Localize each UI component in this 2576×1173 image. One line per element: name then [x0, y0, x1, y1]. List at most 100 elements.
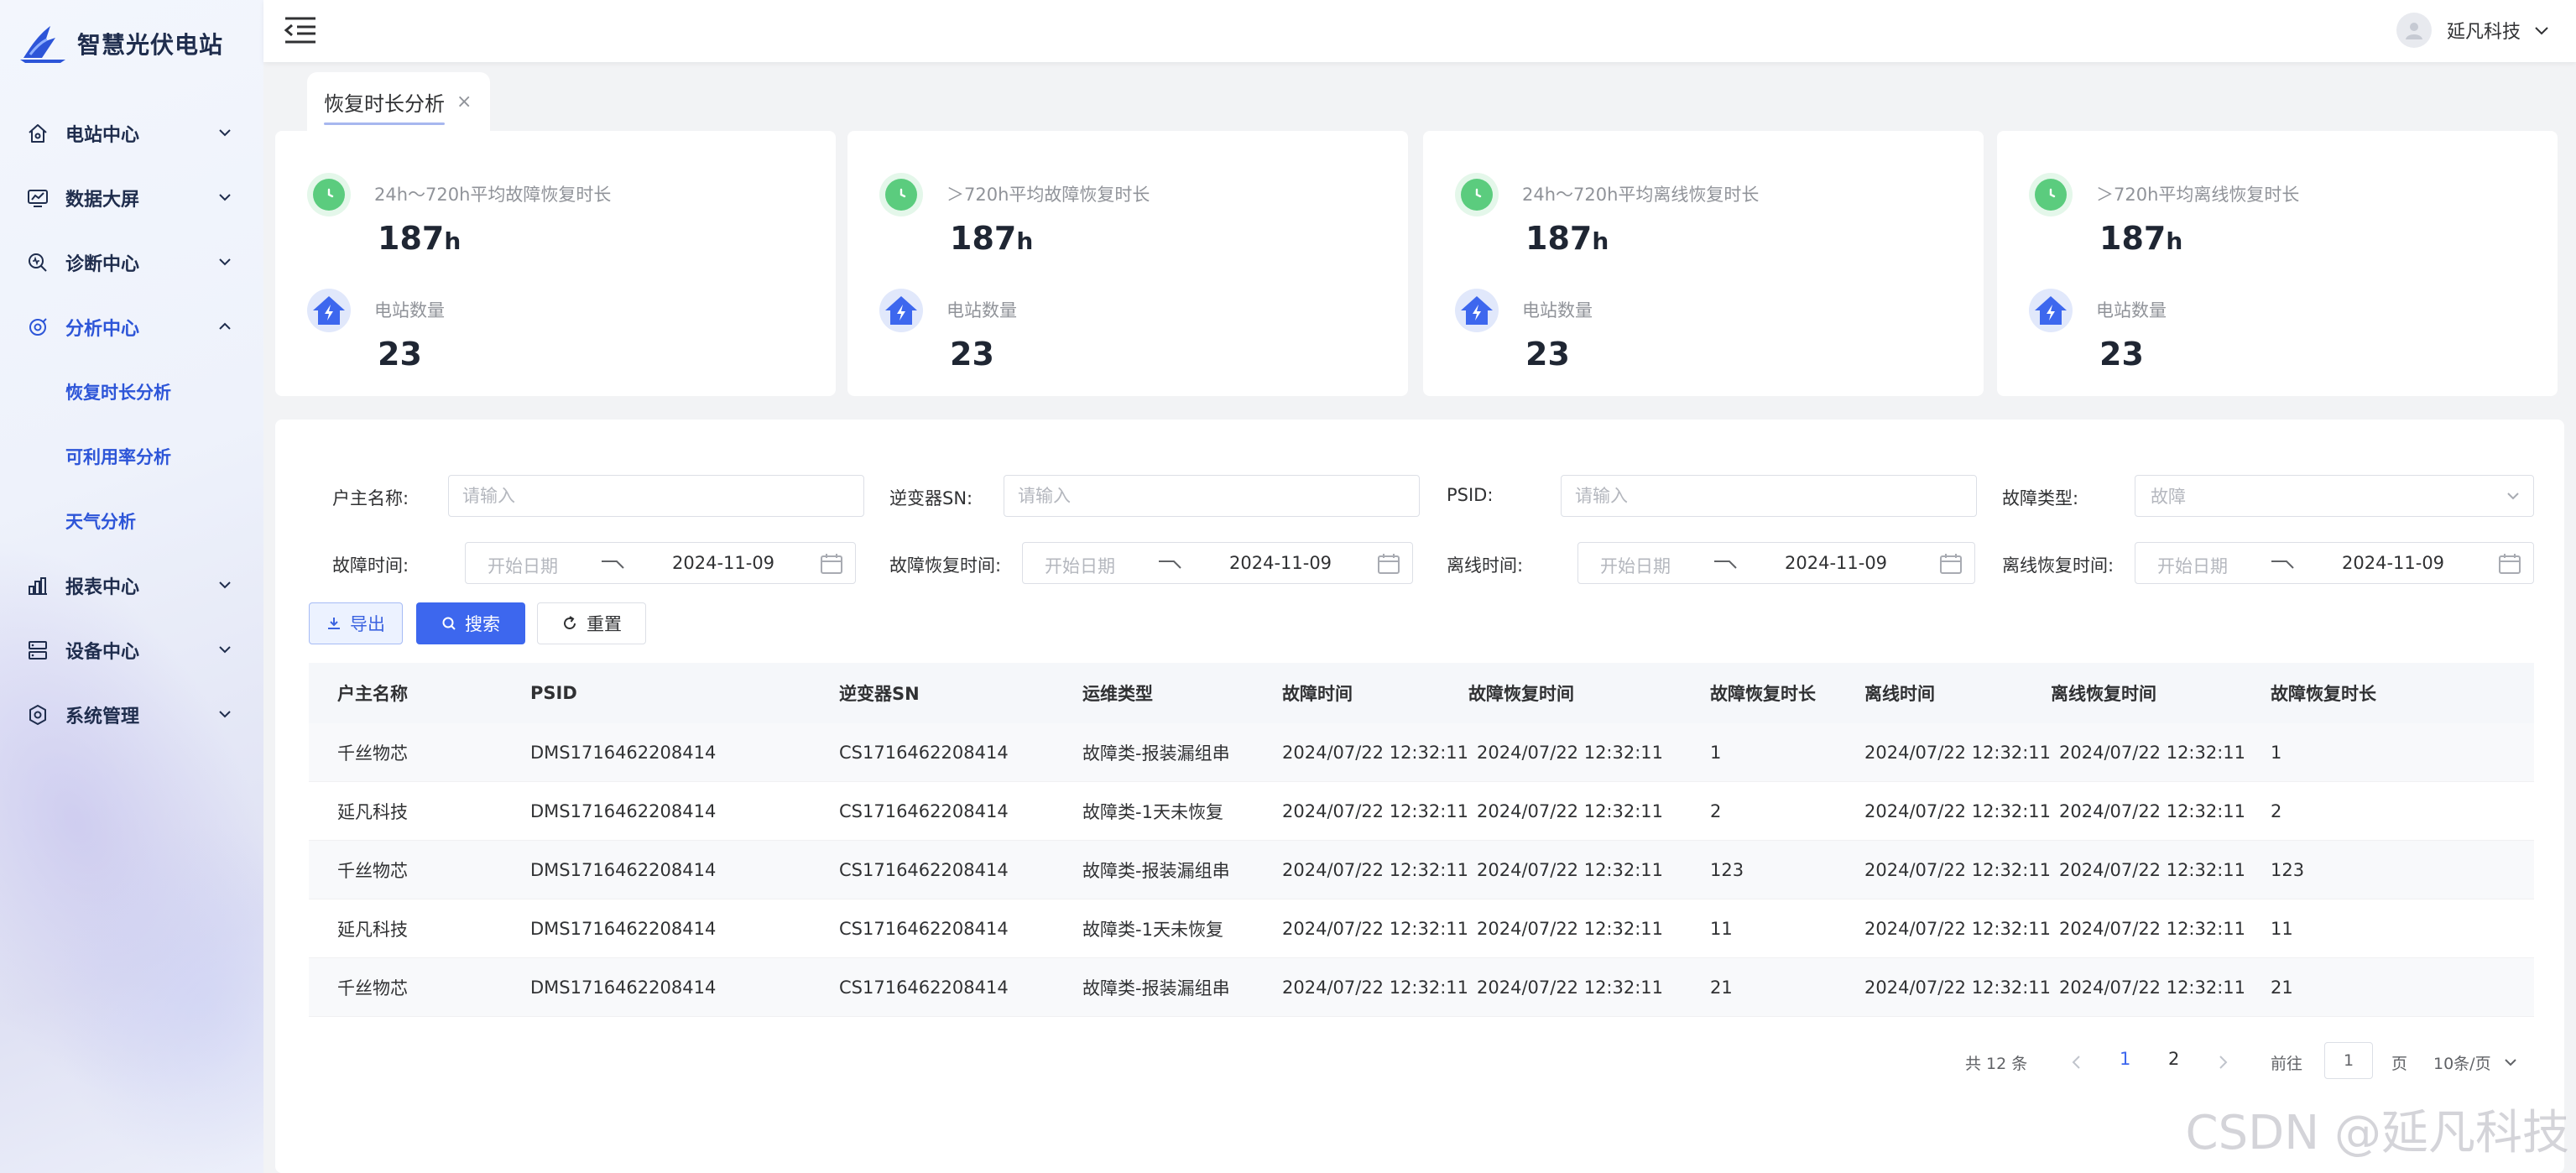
diagnose-icon — [25, 250, 50, 275]
export-button[interactable]: 导出 — [309, 602, 403, 644]
close-icon[interactable]: × — [456, 91, 472, 112]
table-cell: 1 — [2271, 742, 2282, 763]
table-cell: 2024/07/22 12:32:11 — [1477, 800, 1664, 821]
menu-collapse-icon[interactable] — [284, 15, 317, 45]
report-icon — [25, 573, 50, 598]
sidebar-subitem-recovery-analysis[interactable]: 恢复时长分析 — [0, 359, 263, 424]
sidebar-subitem-weather-analysis[interactable]: 天气分析 — [0, 488, 263, 553]
table-cell: 2024/07/22 12:32:11 — [1864, 800, 2052, 821]
column-header[interactable]: 离线时间 — [1864, 663, 1935, 723]
column-header[interactable]: 户主名称 — [337, 663, 408, 723]
metric-value: 187h — [950, 220, 1034, 257]
table-cell: 11 — [2271, 918, 2293, 939]
table-cell: 2024/07/22 12:32:11 — [1282, 742, 1469, 763]
metric-value: 187h — [378, 220, 461, 257]
table-cell: 2024/07/22 12:32:11 — [1477, 742, 1664, 763]
sidebar-item-system-settings[interactable]: 系统管理 — [0, 682, 263, 747]
table-cell: 123 — [1710, 859, 1744, 880]
count-value: 23 — [1525, 336, 1570, 373]
table-cell: 2024/07/22 12:32:11 — [1477, 918, 1664, 939]
table-cell: 延凡科技 — [337, 919, 408, 940]
sidebar-item-report-center[interactable]: 报表中心 — [0, 553, 263, 618]
table-row[interactable]: 延凡科技 DMS1716462208414 CS1716462208414 故障类-1… — [309, 899, 2534, 958]
table-cell: 2 — [1710, 800, 1722, 821]
count-label: 电站数量 — [1522, 300, 1593, 321]
next-page-icon[interactable] — [2215, 1054, 2230, 1071]
station-icon — [2029, 289, 2073, 332]
table-cell: CS1716462208414 — [839, 859, 1009, 880]
column-header[interactable]: 故障时间 — [1282, 663, 1353, 723]
user-menu[interactable]: 延凡科技 — [2396, 12, 2551, 49]
column-header[interactable]: 逆变器SN — [839, 663, 920, 723]
sidebar-item-diagnosis-center[interactable]: 诊断中心 — [0, 230, 263, 295]
offline-recover-time-range[interactable]: 开始日期 2024-11-09 — [2135, 542, 2534, 584]
range-start: 开始日期 — [1600, 556, 1671, 576]
station-icon — [1455, 289, 1499, 332]
fault-recover-time-range[interactable]: 开始日期 2024-11-09 — [1022, 542, 1413, 584]
page-1[interactable]: 1 — [2120, 1049, 2130, 1069]
column-header[interactable]: 故障恢复时长 — [2271, 663, 2376, 723]
table-cell: 2024/07/22 12:32:11 — [2059, 977, 2246, 998]
chevron-down-icon — [219, 646, 231, 654]
psid-input[interactable] — [1561, 475, 1977, 517]
inverter-sn-label: 逆变器SN: — [889, 488, 973, 508]
sidebar-item-station-center[interactable]: 电站中心 — [0, 101, 263, 165]
fault-type-select[interactable]: 故障 — [2135, 475, 2534, 517]
user-icon — [2405, 23, 2422, 39]
calendar-icon — [821, 554, 842, 574]
range-start: 开始日期 — [2157, 556, 2228, 576]
sidebar-item-data-screen[interactable]: 数据大屏 — [0, 165, 263, 230]
app-title: 智慧光伏电站 — [77, 31, 224, 59]
page-2[interactable]: 2 — [2168, 1049, 2179, 1069]
range-start: 开始日期 — [488, 556, 558, 576]
fault-time-range[interactable]: 开始日期 2024-11-09 — [465, 542, 856, 584]
table-cell: CS1716462208414 — [839, 918, 1009, 939]
column-header[interactable]: 故障恢复时间 — [1468, 663, 1574, 723]
table-cell: 2024/07/22 12:32:11 — [1864, 742, 2052, 763]
page-size-select[interactable]: 10条/页 — [2433, 1044, 2534, 1081]
app-logo[interactable]: 智慧光伏电站 — [18, 17, 223, 70]
search-button[interactable]: 搜索 — [416, 602, 525, 644]
tab-label: 恢复时长分析 — [324, 87, 445, 125]
metric-label: 24h～720h平均故障恢复时长 — [374, 185, 612, 205]
column-header[interactable]: PSID — [530, 663, 577, 723]
metric-label: ＞720h平均离线恢复时长 — [2096, 185, 2300, 205]
psid-label: PSID: — [1447, 485, 1494, 505]
sidebar-item-analysis-center[interactable]: 分析中心 — [0, 295, 263, 359]
column-header[interactable]: 运维类型 — [1082, 663, 1153, 723]
device-icon — [25, 638, 50, 663]
prev-page-icon[interactable] — [2069, 1054, 2084, 1071]
tab-recovery-analysis[interactable]: 恢复时长分析 × — [307, 72, 490, 131]
table-cell: 2024/07/22 12:32:11 — [2059, 800, 2246, 821]
logo-icon — [20, 26, 65, 63]
stat-card: 24h～720h平均离线恢复时长 187h 电站数量 23 — [1423, 131, 1984, 396]
table-cell: 2024/07/22 12:32:11 — [1282, 800, 1469, 821]
sidebar-subitem-availability-analysis[interactable]: 可利用率分析 — [0, 424, 263, 488]
offline-time-range[interactable]: 开始日期 2024-11-09 — [1577, 542, 1975, 584]
metric-label: ＞720h平均故障恢复时长 — [946, 185, 1150, 205]
offline-recover-time-label: 离线恢复时间: — [2002, 555, 2115, 576]
table-row[interactable]: 延凡科技 DMS1716462208414 CS1716462208414 故障类-1… — [309, 782, 2534, 841]
table-row[interactable]: 千丝物芯 DMS1716462208414 CS1716462208414 故障类-报… — [309, 841, 2534, 899]
table-cell: 11 — [1710, 918, 1733, 939]
inverter-sn-input[interactable] — [1004, 475, 1420, 517]
goto-page-input[interactable] — [2324, 1042, 2373, 1079]
column-header[interactable]: 故障恢复时长 — [1710, 663, 1816, 723]
table-row[interactable]: 千丝物芯 DMS1716462208414 CS1716462208414 故障类-报… — [309, 958, 2534, 1017]
reset-button[interactable]: 重置 — [537, 602, 646, 644]
home-icon — [25, 121, 50, 146]
table-cell: 千丝物芯 — [337, 860, 408, 881]
table-cell: 2024/07/22 12:32:11 — [1477, 977, 1664, 998]
table-cell: 1 — [1710, 742, 1722, 763]
chevron-down-icon — [2507, 493, 2519, 500]
calendar-icon — [1378, 554, 1400, 574]
table-cell: CS1716462208414 — [839, 742, 1009, 763]
range-end: 2024-11-09 — [672, 553, 775, 573]
table-row[interactable]: 千丝物芯 DMS1716462208414 CS1716462208414 故障类-报… — [309, 723, 2534, 782]
sidebar-item-device-center[interactable]: 设备中心 — [0, 618, 263, 682]
table-cell: 2024/07/22 12:32:11 — [1477, 859, 1664, 880]
table-cell: 故障类-报装漏组串 — [1082, 743, 1230, 764]
column-header[interactable]: 离线恢复时间 — [2051, 663, 2156, 723]
owner-input[interactable] — [448, 475, 864, 517]
calendar-icon — [1940, 554, 1962, 574]
